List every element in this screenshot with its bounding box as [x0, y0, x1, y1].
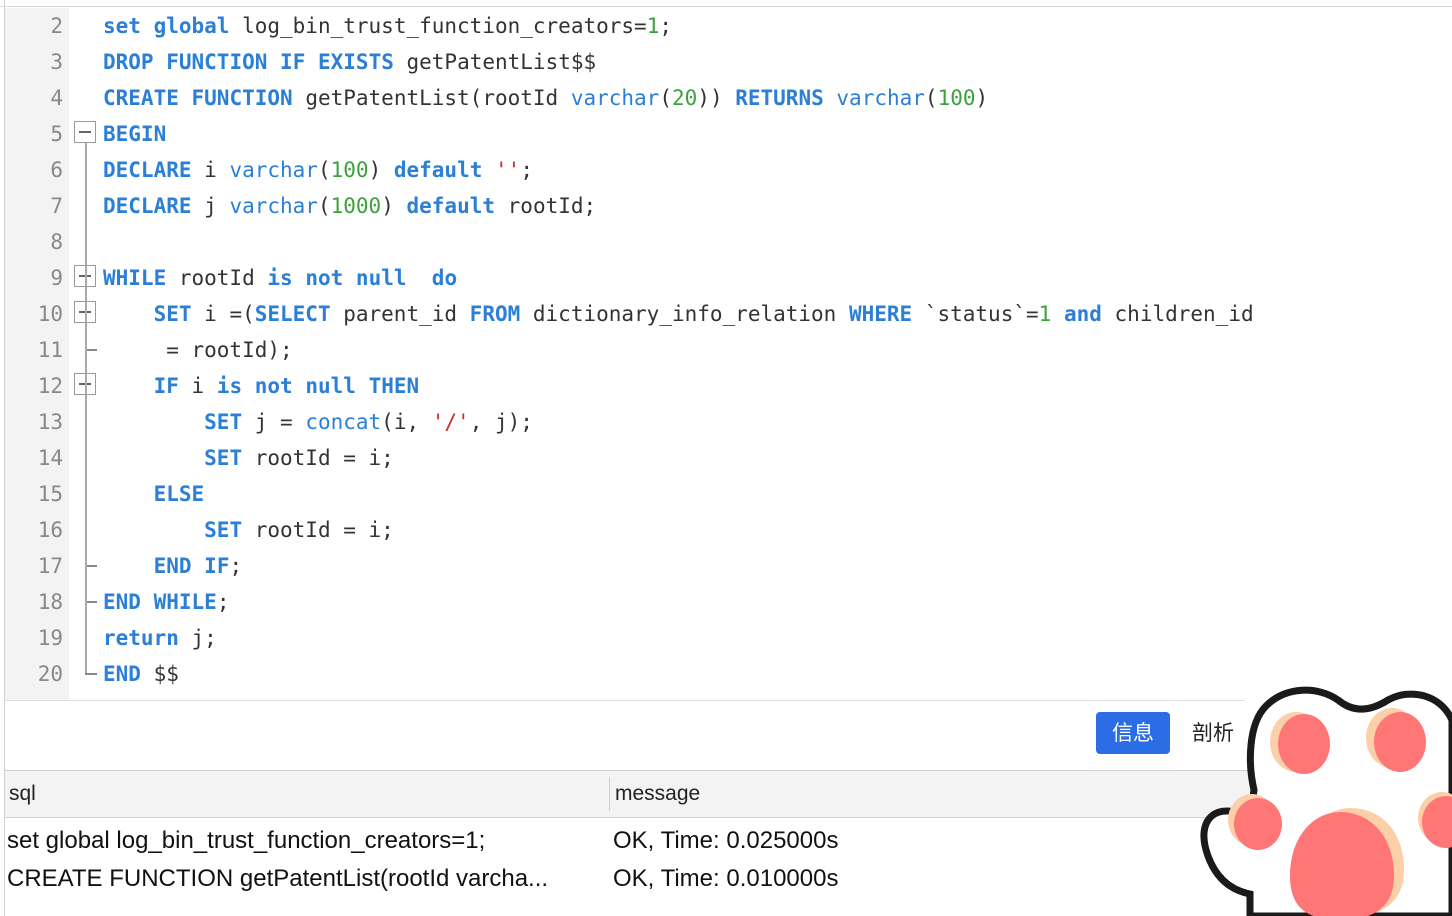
fold-end-marker: [85, 565, 97, 567]
code-text: END WHILE;: [103, 590, 230, 614]
fold-end-marker: [85, 349, 97, 351]
code-text: SET i =(SELECT parent_id FROM dictionary…: [153, 302, 1254, 326]
code-text: END $$: [103, 662, 179, 686]
code-text: CREATE FUNCTION getPatentList(rootId var…: [103, 86, 989, 110]
line-number: 3: [50, 50, 63, 74]
fold-guide: [85, 143, 87, 673]
code-text: DECLARE j varchar(1000) default rootId;: [103, 194, 597, 218]
code-line[interactable]: 15 ELSE: [5, 476, 1452, 512]
sql-editor[interactable]: 2 set global log_bin_trust_function_creat…: [5, 8, 1452, 700]
code-text: END IF;: [153, 554, 243, 578]
code-line[interactable]: 3 DROP FUNCTION IF EXISTS getPatentList$$: [5, 44, 1452, 80]
line-number: 5: [50, 122, 63, 146]
code-text: set global log_bin_trust_function_creato…: [103, 14, 672, 38]
code-line[interactable]: 10 SET i =(SELECT parent_id FROM diction…: [5, 296, 1452, 332]
line-number: 16: [37, 518, 63, 542]
code-line[interactable]: 5 BEGIN: [5, 116, 1452, 152]
code-text: SET rootId = i;: [204, 446, 394, 470]
line-number: 14: [37, 446, 63, 470]
line-number: 4: [50, 86, 63, 110]
line-number: 9: [50, 266, 63, 290]
table-cell-sql[interactable]: CREATE FUNCTION getPatentList(rootId var…: [7, 860, 603, 898]
code-line[interactable]: 2 set global log_bin_trust_function_creat…: [5, 8, 1452, 44]
code-text: IF i is not null THEN: [153, 374, 420, 398]
line-number: 18: [37, 590, 63, 614]
column-header-message[interactable]: message: [615, 771, 700, 817]
table-cell-message[interactable]: OK, Time: 0.025000s: [613, 822, 1203, 860]
column-divider[interactable]: [609, 777, 610, 811]
code-text: SET rootId = i;: [204, 518, 394, 542]
line-number: 20: [37, 662, 63, 686]
code-line[interactable]: 13 SET j = concat(i, '/', j);: [5, 404, 1452, 440]
line-number: 7: [50, 194, 63, 218]
code-text: DECLARE i varchar(100) default '';: [103, 158, 533, 182]
line-number: 6: [50, 158, 63, 182]
panel-separator: [5, 700, 1245, 701]
fold-end-marker: [85, 601, 97, 603]
line-number: 8: [50, 230, 63, 254]
line-number: 13: [37, 410, 63, 434]
code-text: SET j = concat(i, '/', j);: [204, 410, 533, 434]
fold-toggle-icon[interactable]: [74, 121, 96, 143]
fold-end-marker: [85, 673, 97, 675]
code-line[interactable]: 4 CREATE FUNCTION getPatentList(rootId va…: [5, 80, 1452, 116]
code-line[interactable]: 16 SET rootId = i;: [5, 512, 1452, 548]
code-line[interactable]: 19 return j;: [5, 620, 1452, 656]
code-line[interactable]: 6 DECLARE i varchar(100) default '';: [5, 152, 1452, 188]
code-text: DROP FUNCTION IF EXISTS getPatentList$$: [103, 50, 597, 74]
table-cell-message[interactable]: OK, Time: 0.010000s: [613, 860, 1203, 898]
top-border: [0, 6, 1452, 7]
code-text: WHILE rootId is not null do: [103, 266, 458, 290]
code-text: return j;: [103, 626, 217, 650]
code-line[interactable]: 9 WHILE rootId is not null do: [5, 260, 1452, 296]
code-line[interactable]: 12 IF i is not null THEN: [5, 368, 1452, 404]
code-line[interactable]: 18 END WHILE;: [5, 584, 1452, 620]
line-number: 15: [37, 482, 63, 506]
line-number: 17: [37, 554, 63, 578]
line-number: 2: [50, 14, 63, 38]
line-number: 10: [37, 302, 63, 326]
table-cell-sql[interactable]: set global log_bin_trust_function_creato…: [7, 822, 603, 860]
code-text: BEGIN: [103, 122, 167, 146]
code-line[interactable]: 17 END IF;: [5, 548, 1452, 584]
line-number: 12: [37, 374, 63, 398]
code-line[interactable]: 8: [5, 224, 1452, 260]
code-line[interactable]: 11 = rootId);: [5, 332, 1452, 368]
code-text: = rootId);: [103, 338, 293, 362]
paw-print-icon: [1200, 686, 1452, 916]
column-header-sql[interactable]: sql: [9, 771, 36, 817]
code-line[interactable]: 7 DECLARE j varchar(1000) default rootId;: [5, 188, 1452, 224]
line-number: 11: [37, 338, 63, 362]
line-number: 19: [37, 626, 63, 650]
code-line[interactable]: 14 SET rootId = i;: [5, 440, 1452, 476]
code-text: ELSE: [153, 482, 205, 506]
tab-info[interactable]: 信息: [1096, 712, 1170, 754]
